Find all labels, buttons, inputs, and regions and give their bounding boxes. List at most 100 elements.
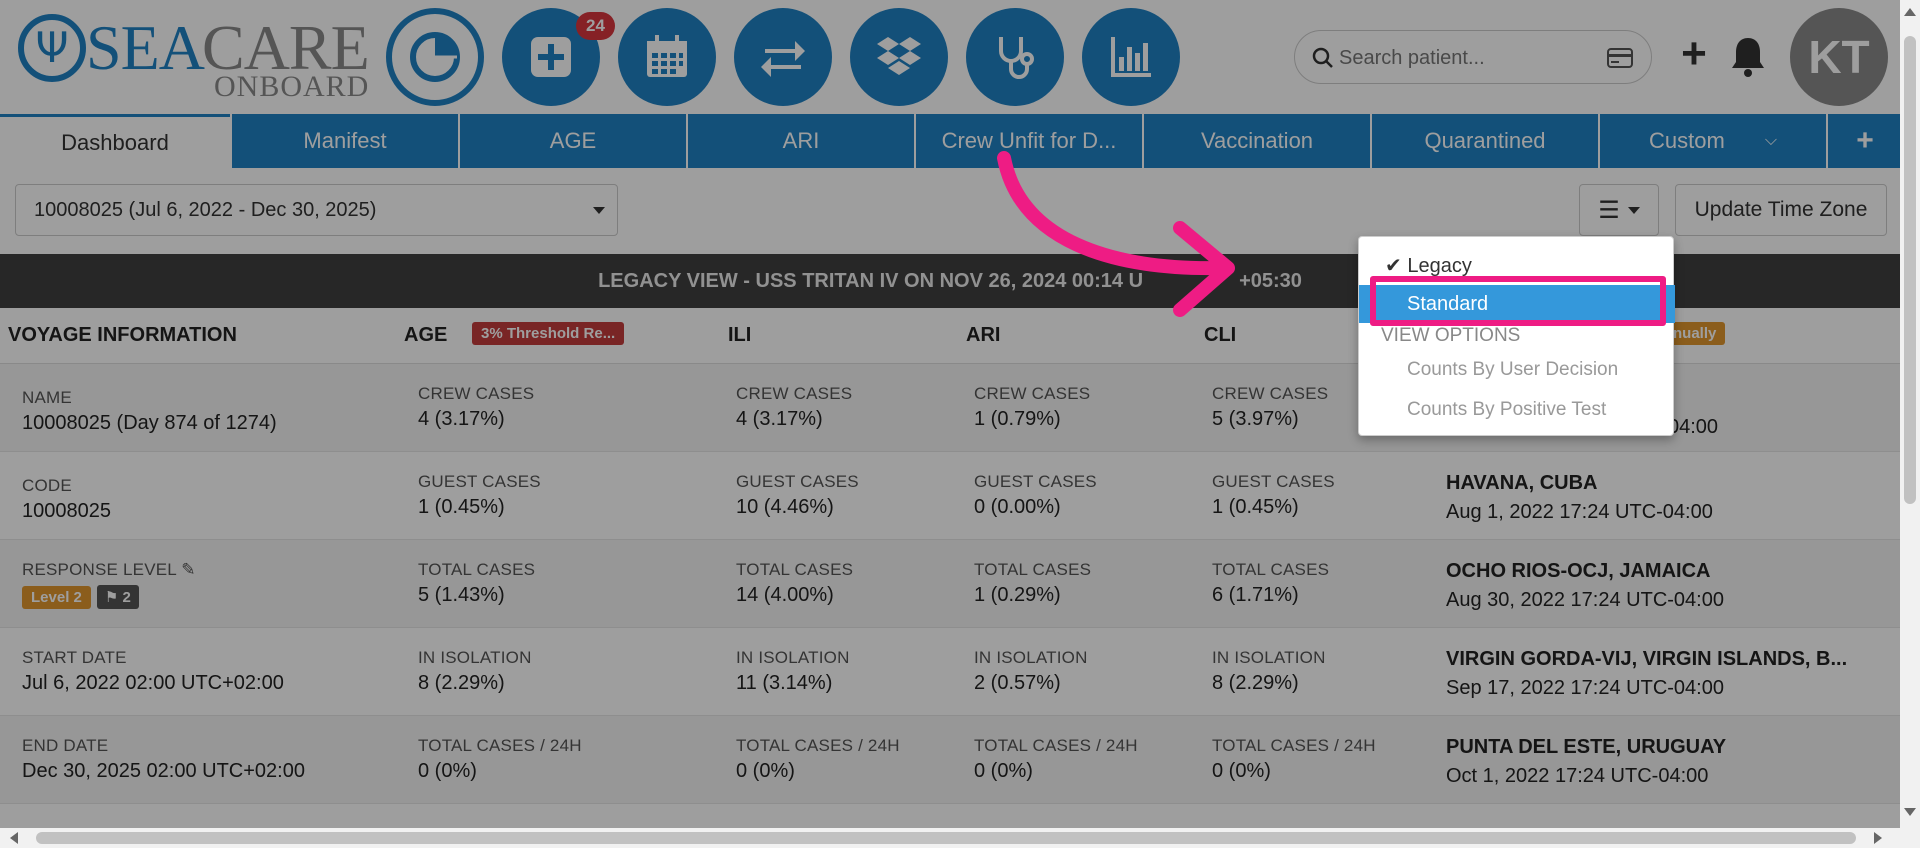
port-date-cell: 04:00 [1668,416,1718,439]
cli-total-cell[interactable]: TOTAL CASES 6 (1.71%) [1212,560,1329,607]
tab-custom[interactable]: Custom ⌵ [1600,114,1826,168]
port-name: VIRGIN GORDA-VIJ, VIRGIN ISLANDS, B... [1446,648,1848,670]
scroll-down-arrow-icon[interactable] [1904,808,1916,816]
cell-label: TOTAL CASES / 24H [1212,736,1376,755]
cell-label: END DATE [22,736,109,755]
port-cell[interactable]: PUNTA DEL ESTE, URUGUAY Oct 1, 2022 17:2… [1446,736,1726,788]
vertical-scrollbar[interactable] [1900,0,1920,848]
counts-by-user-decision[interactable]: Counts By User Decision [1359,351,1675,389]
ili-crew-cell[interactable]: CREW CASES 4 (3.17%) [736,384,852,431]
cell-value: 1 (0.45%) [418,496,505,518]
ili-isolation-cell[interactable]: IN ISOLATION 11 (3.14%) [736,648,850,695]
cell-label: CREW CASES [974,384,1091,403]
cli-heading: CLI [1204,324,1237,346]
tab-bar: Dashboard Manifest AGE ARI Crew Unfit fo… [0,114,1910,168]
ili-24h-cell[interactable]: TOTAL CASES / 24H 0 (0%) [736,736,900,783]
tab-manifest[interactable]: Manifest [232,114,458,168]
cell-label: CREW CASES [1212,384,1329,403]
dropbox-nav-button[interactable] [850,8,948,106]
cell-label: TOTAL CASES / 24H [736,736,900,755]
age-isolation-cell[interactable]: IN ISOLATION 8 (2.29%) [418,648,532,695]
hamburger-icon: ☰ [1598,196,1620,224]
pie-chart-icon [410,32,460,82]
tab-add[interactable]: + [1828,114,1902,168]
voyage-select[interactable]: 10008025 (Jul 6, 2022 - Dec 30, 2025) [15,184,618,236]
counts-by-positive-test[interactable]: Counts By Positive Test [1359,391,1675,429]
patient-search[interactable] [1294,30,1652,84]
port-cell[interactable]: OCHO RIOS-OCJ, JAMAICA Aug 30, 2022 17:2… [1446,560,1724,612]
cell-value: 0 (0%) [974,760,1033,782]
cell-value: 8 (2.29%) [1212,672,1299,694]
cell-value: 8 (2.29%) [418,672,505,694]
scroll-left-arrow-icon[interactable] [10,832,18,844]
age-crew-cell[interactable]: CREW CASES 4 (3.17%) [418,384,534,431]
view-options-heading: VIEW OPTIONS [1381,325,1521,346]
cell-value: 0 (0%) [418,760,477,782]
id-card-icon[interactable] [1607,47,1633,69]
medical-nav-button[interactable] [966,8,1064,106]
cli-guest-cell[interactable]: GUEST CASES 1 (0.45%) [1212,472,1335,519]
cell-label: TOTAL CASES / 24H [418,736,582,755]
level-badge[interactable]: Level 2 [22,586,91,609]
add-button[interactable]: + [1674,32,1714,78]
tab-dashboard[interactable]: Dashboard [0,114,230,168]
chevron-down-icon: ⌵ [1764,132,1777,149]
vertical-scroll-thumb[interactable] [1904,36,1916,504]
cell-value: 2 (0.57%) [974,672,1061,694]
ari-isolation-cell[interactable]: IN ISOLATION 2 (0.57%) [974,648,1088,695]
tab-age[interactable]: AGE [460,114,686,168]
horizontal-scrollbar[interactable] [0,828,1900,848]
start-date-cell: START DATE Jul 6, 2022 02:00 UTC+02:00 [22,648,284,695]
port-date: Aug 30, 2022 17:24 UTC-04:00 [1446,589,1724,611]
pencil-icon[interactable]: ✎ [181,560,195,579]
search-input[interactable] [1339,41,1599,75]
port-cell[interactable]: VIRGIN GORDA-VIJ, VIRGIN ISLANDS, B... S… [1446,648,1847,700]
cell-label: TOTAL CASES [418,560,536,579]
view-menu-button[interactable]: ☰ [1579,184,1659,236]
ari-crew-cell[interactable]: CREW CASES 1 (0.79%) [974,384,1090,431]
transfer-nav-button[interactable] [734,8,832,106]
flag-icon: ⚑ [104,589,119,606]
dashboard-nav-button[interactable] [386,8,484,106]
seacare-logo[interactable]: Ψ SEA CARE ONBOARD [18,12,370,103]
update-time-zone-button[interactable]: Update Time Zone [1675,184,1887,236]
cell-label: CODE [22,476,72,495]
bell-icon[interactable] [1728,34,1768,78]
threshold-chip[interactable]: 3% Threshold Re... [472,322,625,345]
cell-value: 10008025 [22,500,111,522]
cli-24h-cell[interactable]: TOTAL CASES / 24H 0 (0%) [1212,736,1376,783]
cell-label: GUEST CASES [736,472,859,491]
tab-ari[interactable]: ARI [688,114,914,168]
port-date: Oct 1, 2022 17:24 UTC-04:00 [1446,765,1709,787]
user-avatar[interactable]: KT [1790,8,1888,106]
port-name: PUNTA DEL ESTE, URUGUAY [1446,736,1727,758]
ari-24h-cell[interactable]: TOTAL CASES / 24H 0 (0%) [974,736,1138,783]
ili-total-cell[interactable]: TOTAL CASES 14 (4.00%) [736,560,853,607]
age-24h-cell[interactable]: TOTAL CASES / 24H 0 (0%) [418,736,582,783]
pointer-arrow-icon [997,151,1235,317]
age-guest-cell[interactable]: GUEST CASES 1 (0.45%) [418,472,541,519]
response-level-label: RESPONSE LEVEL [22,560,177,579]
view-dropdown-menu: ✔ Legacy Standard VIEW OPTIONS Counts By… [1358,236,1675,436]
tab-quarantined[interactable]: Quarantined [1372,114,1598,168]
calendar-nav-button[interactable] [618,8,716,106]
bar-chart-icon [1111,37,1151,77]
reports-nav-button[interactable] [1082,8,1180,106]
age-total-cell[interactable]: TOTAL CASES 5 (1.43%) [418,560,535,607]
cli-isolation-cell[interactable]: IN ISOLATION 8 (2.29%) [1212,648,1326,695]
ari-guest-cell[interactable]: GUEST CASES 0 (0.00%) [974,472,1097,519]
cli-crew-cell[interactable]: CREW CASES 5 (3.97%) [1212,384,1328,431]
logo-onboard-text: ONBOARD [214,70,370,103]
flag-badge[interactable]: ⚑ 2 [96,585,139,609]
scroll-right-arrow-icon[interactable] [1874,832,1882,844]
cell-label: NAME [22,388,72,407]
cell-value: 11 (3.14%) [736,672,833,694]
horizontal-scroll-thumb[interactable] [36,832,1856,844]
port-cell[interactable]: HAVANA, CUBA Aug 1, 2022 17:24 UTC-04:00 [1446,472,1713,524]
cell-value: 10008025 (Day 874 of 1274) [22,412,277,434]
caret-down-icon [593,207,605,214]
ili-guest-cell[interactable]: GUEST CASES 10 (4.46%) [736,472,859,519]
ari-total-cell[interactable]: TOTAL CASES 1 (0.29%) [974,560,1091,607]
cell-label: TOTAL CASES / 24H [974,736,1138,755]
scroll-up-arrow-icon[interactable] [1904,8,1916,16]
